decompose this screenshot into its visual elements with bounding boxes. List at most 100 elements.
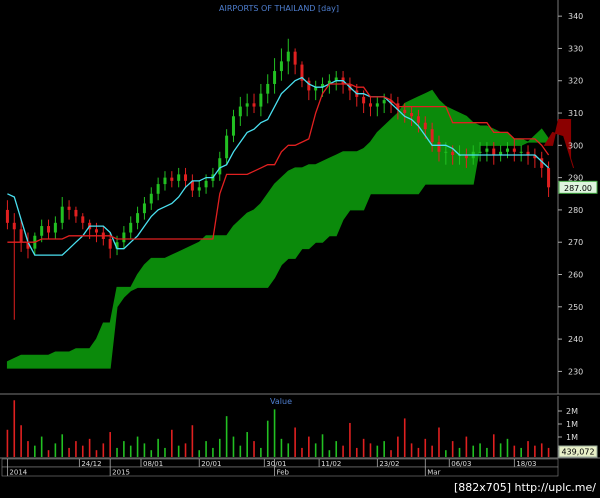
candle-body (225, 135, 229, 159)
x-tick-label: 18/03 (516, 460, 536, 468)
volume-bar (109, 432, 111, 457)
volume-bar (143, 443, 146, 457)
candle-body (430, 129, 434, 143)
candle-body (505, 148, 509, 152)
volume-bar (198, 450, 201, 457)
volume-bar (266, 420, 269, 457)
volume-bar (451, 441, 454, 457)
x-tick-label: 11/02 (321, 460, 341, 468)
volume-bar (314, 443, 317, 457)
volume-bar (164, 447, 166, 457)
volume-tick-label: 2M (566, 407, 578, 416)
candle-body (368, 103, 372, 107)
volume-bar (34, 445, 36, 457)
volume-bar (191, 425, 194, 457)
volume-bar (75, 441, 77, 457)
volume-bar (301, 447, 303, 457)
candle-body (122, 232, 126, 243)
volume-bar (321, 434, 324, 457)
candle-body (286, 51, 290, 62)
candle-body (238, 106, 242, 117)
candle-body (451, 151, 455, 156)
candle-body (245, 103, 249, 107)
volume-bar (424, 438, 427, 457)
volume-bar (499, 443, 502, 457)
volume-bar (492, 434, 495, 457)
candle-body (382, 100, 386, 104)
x-tick-label: Mar (427, 469, 440, 477)
y-tick-label: 280 (568, 206, 583, 215)
volume-bar (40, 436, 43, 457)
candle-body (163, 177, 167, 185)
volume-bar (520, 447, 522, 457)
candle-body (403, 109, 407, 114)
candle-body (478, 151, 482, 153)
y-tick-label: 250 (568, 303, 583, 312)
volume-bar (534, 445, 536, 457)
y-tick-label: 270 (568, 238, 583, 247)
volume-bar (438, 427, 440, 457)
volume-bar (171, 429, 173, 457)
candle-body (94, 229, 98, 233)
y-tick-label: 230 (568, 367, 583, 376)
volume-bar (81, 445, 84, 457)
volume-bar (397, 436, 399, 457)
volume-bar (27, 441, 29, 457)
y-tick-label: 300 (568, 141, 583, 150)
volume-bar (102, 443, 105, 457)
y-tick-label: 320 (568, 77, 583, 86)
volume-bar (355, 447, 358, 457)
candle-body (485, 148, 489, 152)
volume-panel-label: Value (270, 397, 292, 406)
volume-bar (177, 445, 180, 457)
volume-bar (157, 438, 159, 457)
volume-tick-label: 1M (566, 420, 578, 429)
x-tick-label: 2014 (9, 469, 27, 477)
volume-bar (486, 447, 488, 457)
candle-body (129, 222, 133, 233)
volume-bar (239, 445, 242, 457)
volume-bar (150, 450, 153, 457)
candle-body (279, 61, 283, 72)
candle-body (19, 229, 23, 243)
volume-bar (294, 427, 296, 457)
candle-body (273, 71, 277, 84)
volume-bar (362, 438, 365, 457)
volume-bar (116, 447, 118, 457)
volume-bar (458, 447, 461, 457)
candle-body (519, 151, 523, 153)
x-tick-label: 23/02 (379, 460, 399, 468)
candle-body (444, 151, 448, 153)
candle-body (142, 203, 146, 214)
volume-bar (232, 436, 235, 457)
candle-body (108, 238, 112, 249)
volume-bar (68, 447, 70, 457)
volume-bar (472, 445, 475, 457)
volume-bar (54, 443, 57, 457)
y-tick-label: 240 (568, 335, 583, 344)
volume-bar (61, 434, 64, 457)
x-tick-label: Feb (277, 469, 290, 477)
candle-body (204, 180, 208, 188)
candle-body (437, 142, 441, 152)
volume-bar (273, 409, 276, 457)
candle-body (47, 226, 51, 233)
volume-bar (95, 450, 98, 457)
x-tick-label: 06/03 (451, 460, 471, 468)
volume-bar (417, 447, 420, 457)
volume-bar (205, 441, 207, 457)
volume-bar (212, 447, 214, 457)
y-tick-label: 310 (568, 109, 583, 118)
volume-bar (403, 418, 406, 457)
volume-bar (88, 438, 91, 457)
candle-body (40, 226, 44, 236)
last-price-label: 287.00 (564, 184, 592, 193)
y-tick-label: 330 (568, 44, 583, 53)
ichimoku-chart[interactable]: 230240250260270280290300310320330340287.… (0, 0, 600, 498)
watermark-text: [882x705] http://uplc.me/ (454, 481, 596, 494)
candle-body (184, 174, 188, 181)
candle-body (5, 209, 9, 223)
candle-body (231, 116, 235, 136)
volume-bar (136, 436, 139, 457)
candle-body (170, 177, 174, 181)
